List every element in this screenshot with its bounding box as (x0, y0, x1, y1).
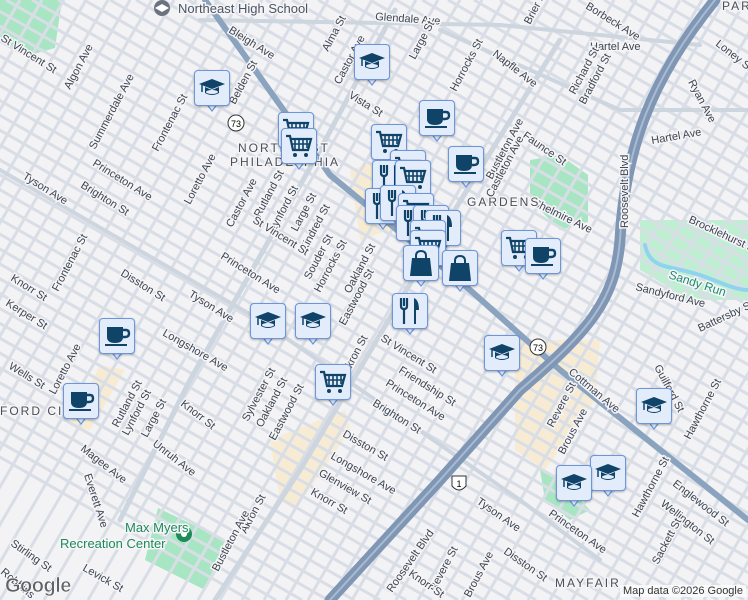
cafe-marker[interactable] (525, 238, 561, 282)
school-icon (636, 388, 672, 424)
svg-text:73: 73 (533, 343, 543, 353)
google-logo: Google (5, 575, 72, 598)
cafe-marker[interactable] (63, 383, 99, 427)
cafe-icon (99, 318, 135, 354)
grocery-icon (281, 128, 317, 164)
restaurant-icon (392, 293, 428, 329)
svg-text:1: 1 (456, 479, 461, 489)
map-label: PARK (722, 0, 748, 13)
school-marker[interactable] (484, 335, 520, 379)
map-label: GARDENS (467, 195, 540, 209)
poi-northeast-high-school-icon[interactable] (154, 0, 170, 16)
school-icon (250, 303, 286, 339)
cafe-icon (419, 100, 455, 136)
school-icon (556, 465, 592, 501)
grocery-marker[interactable] (281, 128, 317, 172)
grocery-marker[interactable] (315, 364, 351, 408)
school-icon (194, 70, 230, 106)
svg-text:73: 73 (231, 119, 241, 129)
us-1-shield: 1 (451, 475, 467, 491)
cafe-marker[interactable] (448, 146, 484, 190)
route-73-shield: 73 (529, 338, 547, 356)
cafe-marker[interactable] (99, 318, 135, 362)
school-marker[interactable] (250, 303, 286, 347)
map-canvas[interactable]: 73 73 1 Northeast High SchoolGlendale Av… (0, 0, 748, 600)
cafe-icon (525, 238, 561, 274)
school-marker[interactable] (636, 388, 672, 432)
map-label: Max Myers (125, 520, 189, 535)
school-icon (590, 455, 626, 491)
map-label: Recreation Center (60, 536, 166, 551)
cafe-marker[interactable] (419, 100, 455, 144)
school-marker[interactable] (194, 70, 230, 114)
map-label: Roosevelt Blvd (619, 155, 631, 228)
restaurant-marker[interactable] (392, 293, 428, 337)
shopping-icon (442, 250, 478, 286)
school-marker[interactable] (556, 465, 592, 509)
school-marker[interactable] (590, 455, 626, 499)
shopping-marker[interactable] (442, 250, 478, 294)
grocery-icon (315, 364, 351, 400)
school-icon (354, 44, 390, 80)
shopping-marker[interactable] (403, 245, 439, 289)
map-attribution[interactable]: Map data ©2026 Google (619, 585, 746, 597)
route-73-shield: 73 (227, 114, 245, 132)
map-label: Northeast High School (178, 1, 308, 16)
school-icon (484, 335, 520, 371)
school-marker[interactable] (354, 44, 390, 88)
school-marker[interactable] (295, 303, 331, 347)
cafe-icon (63, 383, 99, 419)
shopping-icon (403, 245, 439, 281)
school-icon (295, 303, 331, 339)
cafe-icon (448, 146, 484, 182)
map-label: MAYFAIR (555, 576, 621, 590)
